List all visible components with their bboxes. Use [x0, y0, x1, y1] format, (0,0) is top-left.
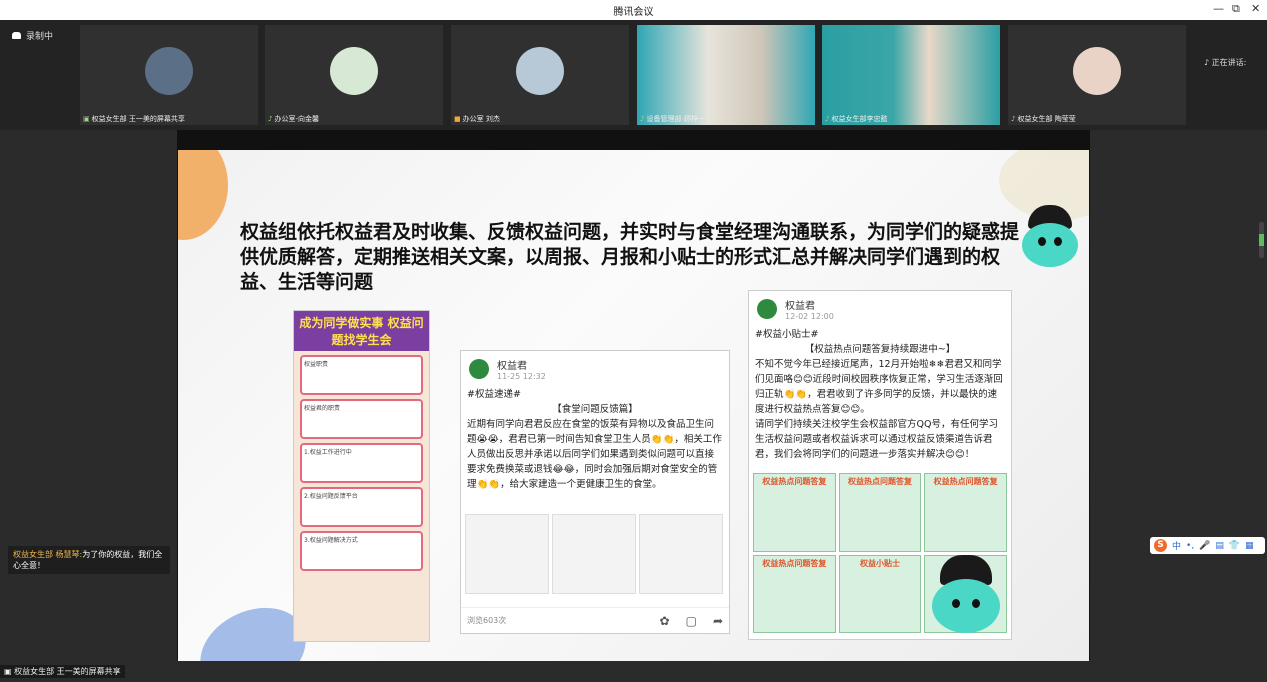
avatar: [330, 47, 378, 95]
screen-share-icon: ▣: [4, 667, 15, 676]
poster-section: 2.权益问题反馈平台: [300, 487, 423, 527]
post-title: 【权益热点问题答复持续跟进中~】: [804, 344, 956, 355]
voice-input-icon[interactable]: 🎤: [1199, 541, 1210, 551]
participant-video-tile[interactable]: ♪ 权益女生部李忠懿: [822, 25, 1000, 125]
avatar: [145, 47, 193, 95]
skin-icon[interactable]: 👕: [1229, 541, 1240, 551]
decorative-blob: [178, 150, 228, 240]
participant-name-bar: ■ 办公室 刘杰: [451, 112, 629, 125]
poster-section: 1.权益工作进行中: [300, 443, 423, 483]
tip-card: 权益热点问题答复: [753, 554, 836, 633]
camera-feed: [637, 25, 815, 125]
poster-section: 权益职责: [300, 355, 423, 395]
post-body: 不知不觉今年已经接近尾声，12月开始啦❄❄君君又和同学们见面咯😊😊近段时间校园秩…: [755, 359, 1003, 415]
tip-card: 权益热点问题答复: [838, 473, 922, 552]
mic-muted-icon: ♪: [268, 115, 273, 123]
share-icon: ➦: [712, 613, 723, 628]
post-account: 权益君 12-02 12:00: [749, 291, 1011, 327]
window-title: 腾讯会议: [613, 7, 654, 18]
mic-icon: ♪: [640, 115, 645, 123]
maximize-button[interactable]: ⧉: [1232, 2, 1240, 16]
tip-card: 权益热点问题答复: [924, 473, 1007, 552]
poster-image: 成为同学做实事 权益问题找学生会 权益职责 权益君的职责 1.权益工作进行中 2…: [293, 310, 430, 642]
avatar: [1073, 47, 1121, 95]
screen-share-label: ▣ 权益女生部 王一美的屏幕共享: [0, 665, 125, 678]
speaking-indicator: ♪ 正在讲话:: [1204, 57, 1246, 68]
participant-tile[interactable]: ♪ 权益女生部 陶莹莹: [1008, 25, 1186, 125]
post-body: 近期有同学向君君反应在食堂的饭菜有异物以及食品卫生问题😭😭，君君已第一时间告知食…: [467, 419, 722, 490]
mic-icon: ♪: [825, 115, 830, 123]
participant-video-tile[interactable]: ♪ 设备管理部-顾梓一: [637, 25, 815, 125]
scrollbar-thumb[interactable]: [1259, 234, 1264, 246]
participant-name: 权益女生部李忠懿: [831, 115, 888, 123]
poster-section: 3.权益问题解决方式: [300, 531, 423, 571]
like-icon: ✿: [659, 613, 670, 628]
chat-sender: 权益女生部 杨慧琴:: [13, 550, 83, 559]
post-image-row: [465, 514, 723, 594]
post-account: 权益君 11-25 12:32: [461, 351, 729, 387]
screen-share-icon: ▣: [83, 115, 90, 123]
participant-name: 权益女生部 陶莹莹: [1017, 115, 1076, 123]
account-logo-icon: [757, 299, 777, 319]
comment-icon: ▢: [685, 613, 697, 628]
tip-card: 权益热点问题答复: [753, 473, 836, 552]
participant-tile[interactable]: ▣ 权益女生部 王一美的屏幕共享: [80, 25, 258, 125]
cloud-icon: [12, 32, 21, 39]
participant-tile[interactable]: ■ 办公室 刘杰: [451, 25, 629, 125]
speaking-label: 正在讲话:: [1211, 58, 1247, 67]
punctuation-button[interactable]: •,: [1186, 541, 1194, 551]
chat-bubble: 权益女生部 杨慧琴:为了你的权益，我们全心全意！: [8, 546, 170, 574]
recording-label: 录制中: [26, 32, 54, 42]
post-footer: 浏览603次 ✿ ▢ ➦: [461, 607, 729, 633]
recording-indicator[interactable]: 录制中: [12, 29, 53, 42]
post-body: 请同学们持续关注校学生会权益部官方QQ号，有任何学习生活权益问题或者权益诉求可以…: [755, 419, 998, 460]
user-icon: ■: [454, 115, 461, 123]
keyboard-icon[interactable]: ▤: [1215, 541, 1224, 551]
post-tag: #权益速递#: [467, 389, 521, 400]
post-date: 11-25 12:32: [497, 372, 546, 381]
title-bar: 腾讯会议 — ⧉ ✕: [0, 0, 1267, 20]
participant-name-bar: ♪ 办公室-向金馨: [265, 112, 443, 125]
post-tag: #权益小贴士#: [755, 329, 819, 340]
participant-name: 设备管理部-顾梓一: [646, 115, 705, 123]
side-scrollbar[interactable]: [1259, 222, 1264, 258]
mic-muted-icon: ♪: [1011, 115, 1016, 123]
mascot-image: [1018, 205, 1082, 269]
poster-header: 成为同学做实事 权益问题找学生会: [294, 311, 429, 351]
post-thumbnail: [552, 514, 636, 594]
account-name: 权益君: [785, 301, 815, 312]
participant-tile[interactable]: ♪ 办公室-向金馨: [265, 25, 443, 125]
account-logo-icon: [469, 359, 489, 379]
minimize-button[interactable]: —: [1213, 2, 1224, 15]
post-date: 12-02 12:00: [785, 312, 834, 321]
participant-name: 办公室-向金馨: [274, 115, 319, 123]
poster-section: 权益君的职责: [300, 399, 423, 439]
camera-feed: [822, 25, 1000, 125]
participant-name-bar: ♪ 设备管理部-顾梓一: [637, 112, 815, 125]
toolbox-icon[interactable]: ▦: [1245, 541, 1254, 551]
sogou-logo-icon[interactable]: S: [1154, 539, 1167, 552]
mic-icon: ♪: [1204, 58, 1212, 67]
close-button[interactable]: ✕: [1251, 2, 1260, 15]
participant-name-bar: ♪ 权益女生部李忠懿: [822, 112, 1000, 125]
wechat-post-card: 权益君 11-25 12:32 #权益速递# 【食堂问题反馈篇】 近期有同学向君…: [460, 350, 730, 634]
shared-slide: 权益组依托权益君及时收集、反馈权益问题，并实时与食堂经理沟通联系，为同学们的疑惑…: [178, 150, 1089, 661]
ime-mode-button[interactable]: 中: [1172, 539, 1181, 552]
mascot-image: [926, 555, 1006, 635]
tip-card: 权益小贴士: [838, 554, 922, 633]
view-count: 浏览603次: [467, 616, 507, 625]
account-name: 权益君: [497, 361, 527, 372]
screen-share-text: 权益女生部 王一美的屏幕共享: [14, 667, 121, 676]
participant-name: 办公室 刘杰: [462, 115, 500, 123]
participant-name-bar: ♪ 权益女生部 陶莹莹: [1008, 112, 1186, 125]
avatar: [516, 47, 564, 95]
post-thumbnail: [639, 514, 723, 594]
post-thumbnail: [465, 514, 549, 594]
ime-toolbar[interactable]: S 中 •, 🎤 ▤ 👕 ▦: [1150, 537, 1265, 554]
post-title: 【食堂问题反馈篇】: [552, 404, 638, 415]
participant-name: 权益女生部 王一美的屏幕共享: [91, 115, 185, 123]
slide-headline: 权益组依托权益君及时收集、反馈权益问题，并实时与食堂经理沟通联系，为同学们的疑惑…: [240, 221, 1020, 293]
participant-name-bar: ▣ 权益女生部 王一美的屏幕共享: [80, 112, 258, 125]
